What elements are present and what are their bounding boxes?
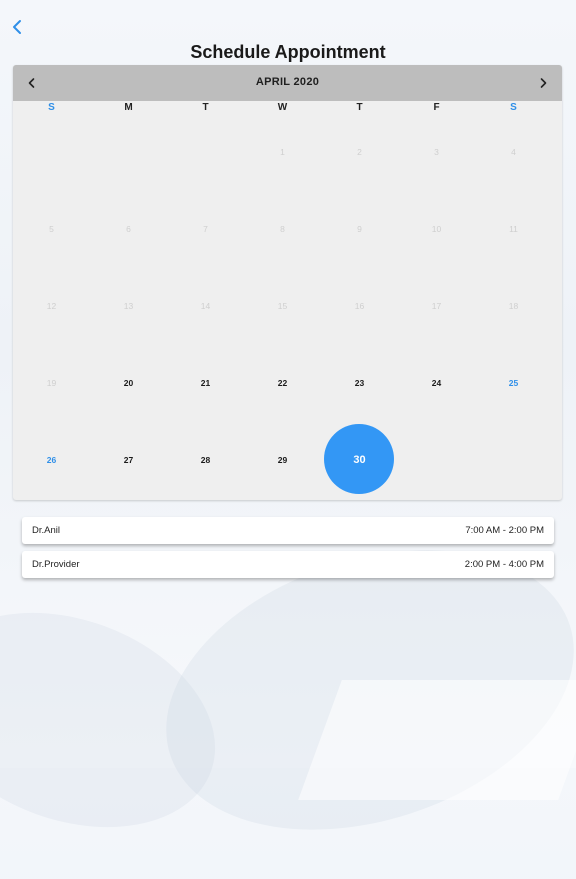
slot-time: 2:00 PM - 4:00 PM (464, 559, 544, 570)
calendar-day: 8 (244, 190, 321, 267)
day-number: 15 (277, 300, 288, 311)
day-number: 25 (508, 377, 519, 388)
day-number: 26 (46, 454, 57, 465)
calendar-day[interactable]: 20 (90, 344, 167, 421)
calendar-day: 3 (398, 113, 475, 190)
day-number: 16 (354, 300, 365, 311)
chevron-left-icon (13, 20, 21, 34)
background-decoration (0, 574, 246, 866)
calendar: APRIL 2020 S M T W T F S 1 2 3 4 5 6 7 8 9 10 11 12… (13, 65, 562, 500)
page-title: Schedule Appointment (190, 42, 386, 62)
calendar-week: 12 13 14 15 16 17 18 (13, 267, 562, 344)
calendar-day-selected[interactable]: 30 (321, 421, 398, 498)
calendar-day: 2 (321, 113, 398, 190)
calendar-day: 4 (475, 113, 552, 190)
calendar-day[interactable]: 24 (398, 344, 475, 421)
calendar-day[interactable]: 28 (167, 421, 244, 498)
calendar-day: 5 (13, 190, 90, 267)
day-number: 2 (357, 146, 362, 157)
calendar-day: 17 (398, 267, 475, 344)
day-number: 28 (200, 454, 211, 465)
calendar-day: 10 (398, 190, 475, 267)
calendar-empty-cell (13, 113, 90, 190)
day-number: 22 (277, 377, 288, 388)
time-slot[interactable]: Dr.Provider 2:00 PM - 4:00 PM (22, 551, 554, 578)
calendar-day: 18 (475, 267, 552, 344)
day-number: 11 (509, 223, 518, 234)
calendar-day: 13 (90, 267, 167, 344)
day-number: 19 (46, 377, 57, 388)
day-number: 1 (280, 146, 285, 157)
calendar-day[interactable]: 22 (244, 344, 321, 421)
calendar-empty-cell (475, 421, 552, 498)
calendar-week: 1 2 3 4 (13, 113, 562, 190)
day-number: 24 (431, 377, 442, 388)
calendar-day[interactable]: 21 (167, 344, 244, 421)
back-button[interactable] (8, 16, 28, 38)
calendar-week: 19 20 21 22 23 24 25 (13, 344, 562, 421)
calendar-grid: 1 2 3 4 5 6 7 8 9 10 11 12 13 14 15 16 17 18 19 20 21 22 23 24 2… (13, 113, 562, 498)
calendar-week: 26 27 28 29 30 (13, 421, 562, 498)
day-number: 5 (49, 223, 54, 234)
day-number: 9 (357, 223, 362, 234)
calendar-day: 14 (167, 267, 244, 344)
month-label: APRIL 2020 (255, 76, 320, 88)
calendar-day: 1 (244, 113, 321, 190)
day-number: 20 (123, 377, 134, 388)
provider-name: Dr.Provider (32, 559, 80, 570)
calendar-day[interactable]: 27 (90, 421, 167, 498)
day-number: 27 (123, 454, 134, 465)
day-number: 10 (431, 223, 442, 234)
calendar-day[interactable]: 29 (244, 421, 321, 498)
calendar-day[interactable]: 25 (475, 344, 552, 421)
day-number: 7 (203, 223, 208, 234)
day-number: 30 (353, 453, 366, 466)
day-number: 8 (280, 223, 285, 234)
day-number: 13 (123, 300, 134, 311)
day-number: 6 (126, 223, 131, 234)
day-number: 12 (46, 300, 57, 311)
calendar-day: 11 (475, 190, 552, 267)
calendar-empty-cell (398, 421, 475, 498)
day-number: 4 (511, 146, 516, 157)
time-slot[interactable]: Dr.Anil 7:00 AM - 2:00 PM (22, 517, 554, 544)
calendar-day[interactable]: 26 (13, 421, 90, 498)
next-month-button[interactable] (534, 74, 552, 92)
chevron-right-icon (540, 78, 547, 88)
slot-time: 7:00 AM - 2:00 PM (465, 525, 544, 536)
day-number: 23 (354, 377, 365, 388)
day-number: 3 (434, 146, 439, 157)
day-number: 21 (200, 377, 211, 388)
provider-name: Dr.Anil (32, 525, 60, 536)
calendar-day: 9 (321, 190, 398, 267)
calendar-week: 5 6 7 8 9 10 11 (13, 190, 562, 267)
calendar-empty-cell (167, 113, 244, 190)
day-number: 18 (508, 300, 519, 311)
day-number: 14 (200, 300, 211, 311)
calendar-day: 19 (13, 344, 90, 421)
day-number: 29 (277, 454, 288, 465)
calendar-empty-cell (90, 113, 167, 190)
calendar-day: 15 (244, 267, 321, 344)
background-decoration (298, 680, 576, 800)
day-number: 17 (431, 300, 442, 311)
calendar-day[interactable]: 23 (321, 344, 398, 421)
calendar-day: 16 (321, 267, 398, 344)
calendar-day: 6 (90, 190, 167, 267)
time-slot-list: Dr.Anil 7:00 AM - 2:00 PM Dr.Provider 2:… (22, 517, 554, 585)
calendar-header: APRIL 2020 (13, 65, 562, 101)
calendar-day: 12 (13, 267, 90, 344)
calendar-day: 7 (167, 190, 244, 267)
